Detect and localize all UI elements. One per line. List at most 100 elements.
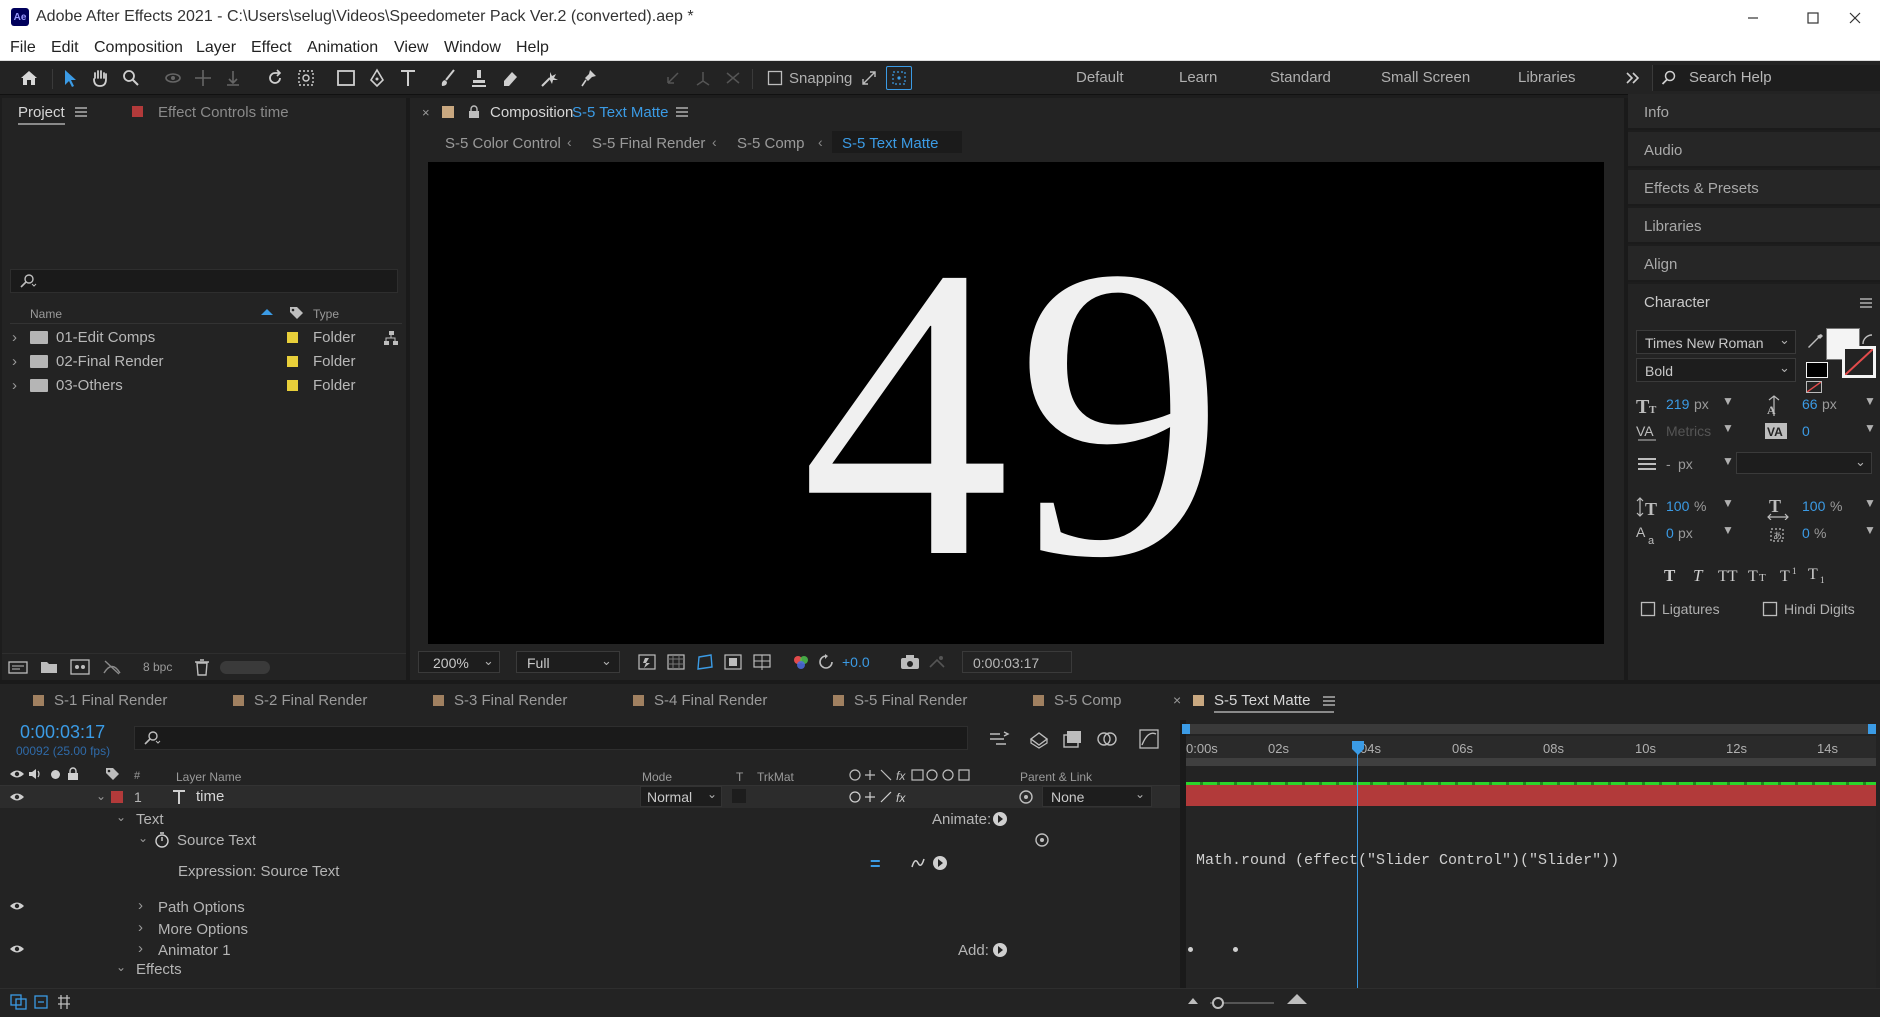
chevron-down-icon[interactable]: ▼ xyxy=(1864,496,1876,510)
hindi-digits-checkbox[interactable] xyxy=(1762,601,1778,617)
expand-chevron-icon[interactable]: › xyxy=(12,353,17,370)
tab-effect-controls[interactable]: Effect Controls time xyxy=(158,104,289,121)
interpret-footage-icon[interactable] xyxy=(8,659,28,675)
project-search-input[interactable] xyxy=(10,269,398,293)
tab-project[interactable]: Project xyxy=(18,104,65,125)
superscript-button[interactable]: T1 xyxy=(1780,566,1802,584)
timeline-tab-active[interactable]: S-5 Text Matte xyxy=(1193,692,1310,709)
font-style-dropdown[interactable]: Bold ⌄ xyxy=(1636,358,1796,382)
property-row[interactable]: ⌄ Text Animate: xyxy=(0,808,1180,830)
project-item[interactable]: › 02-Final Render Folder xyxy=(10,350,400,374)
chevron-down-icon[interactable]: ▼ xyxy=(1722,496,1734,510)
zoom-dropdown[interactable]: 200% ⌄ xyxy=(418,651,500,673)
snap-edges-icon[interactable] xyxy=(856,66,882,90)
column-parent-link[interactable]: Parent & Link xyxy=(1020,770,1092,784)
search-help-field[interactable]: Search Help xyxy=(1652,65,1880,91)
blend-mode-dropdown[interactable]: Normal ⌄ xyxy=(640,786,722,807)
guides-grid-icon[interactable] xyxy=(752,653,772,671)
close-button[interactable] xyxy=(1832,4,1878,31)
timeline-tab[interactable]: S-2 Final Render xyxy=(233,692,367,709)
column-t[interactable]: T xyxy=(736,770,743,784)
workspace-small-screen[interactable]: Small Screen xyxy=(1381,69,1470,86)
column-mode[interactable]: Mode xyxy=(642,770,672,784)
mask-visibility-icon[interactable] xyxy=(696,653,714,671)
collapse-chevron-icon[interactable]: ⌄ xyxy=(116,810,126,824)
ligatures-checkbox[interactable] xyxy=(1640,601,1656,617)
timeline-tab[interactable]: S-3 Final Render xyxy=(433,692,567,709)
expand-chevron-icon[interactable]: › xyxy=(138,897,143,914)
composition-flowchart-icon[interactable] xyxy=(988,730,1010,748)
sort-ascending-icon[interactable] xyxy=(260,307,274,317)
stroke-width-value[interactable]: - xyxy=(1666,456,1671,472)
breadcrumb-item[interactable]: S-5 Color Control xyxy=(445,135,561,152)
expand-chevron-icon[interactable]: › xyxy=(12,377,17,394)
new-folder-icon[interactable] xyxy=(40,659,58,675)
thumbnail-size-slider[interactable] xyxy=(220,661,270,674)
layer-visibility-icon[interactable] xyxy=(9,791,25,803)
parent-dropdown[interactable]: None ⌄ xyxy=(1042,786,1152,807)
menu-file[interactable]: File xyxy=(10,39,36,57)
zoom-out-icon[interactable] xyxy=(1186,994,1200,1006)
snapping-checkbox[interactable] xyxy=(762,66,788,90)
collapse-chevron-icon[interactable]: ⌄ xyxy=(116,960,126,974)
roto-brush-tool-icon[interactable] xyxy=(537,66,563,90)
type-tool-icon[interactable] xyxy=(395,66,421,90)
workspace-standard[interactable]: Standard xyxy=(1270,69,1331,86)
baseline-shift-value[interactable]: 0 xyxy=(1666,525,1674,541)
column-name[interactable]: Name xyxy=(30,307,62,321)
horizontal-scale-value[interactable]: 100 xyxy=(1802,498,1825,514)
animate-menu-icon[interactable] xyxy=(992,811,1008,827)
clone-stamp-tool-icon[interactable] xyxy=(466,66,492,90)
chevron-down-icon[interactable]: ▼ xyxy=(1722,523,1734,537)
panel-menu-icon[interactable] xyxy=(1323,696,1335,706)
minimize-button[interactable] xyxy=(1730,4,1776,31)
no-fill-swatch[interactable] xyxy=(1806,362,1828,378)
project-item[interactable]: › 01-Edit Comps Folder xyxy=(10,326,400,350)
kerning-value[interactable]: Metrics xyxy=(1666,423,1711,439)
info-panel-tab[interactable]: Info xyxy=(1628,94,1880,130)
close-tab-icon[interactable]: × xyxy=(422,105,430,120)
resolution-dropdown[interactable]: Full ⌄ xyxy=(516,651,620,673)
selection-tool-icon[interactable] xyxy=(57,66,83,90)
expression-enable-toggle[interactable]: = xyxy=(870,854,881,875)
add-menu-icon[interactable] xyxy=(992,942,1008,958)
workspace-learn[interactable]: Learn xyxy=(1179,69,1217,86)
label-tag-icon[interactable] xyxy=(104,766,120,782)
expand-chevron-icon[interactable]: › xyxy=(138,940,143,957)
menu-effect[interactable]: Effect xyxy=(251,39,292,57)
align-panel-tab[interactable]: Align xyxy=(1628,246,1880,282)
leading-value[interactable]: 66 xyxy=(1802,396,1818,412)
timeline-tab[interactable]: S-4 Final Render xyxy=(633,692,767,709)
visibility-icon[interactable] xyxy=(9,900,25,912)
orbit-camera-icon[interactable] xyxy=(160,66,186,90)
exposure-value[interactable]: +0.0 xyxy=(842,654,870,670)
font-family-dropdown[interactable]: Times New Roman ⌄ xyxy=(1636,330,1796,354)
tsume-value[interactable]: 0 xyxy=(1802,525,1810,541)
preserve-transparency-toggle[interactable] xyxy=(732,789,746,803)
breadcrumb-item[interactable]: S-5 Comp xyxy=(737,135,805,152)
stopwatch-icon[interactable] xyxy=(154,832,170,848)
swap-colors-icon[interactable] xyxy=(1860,332,1874,346)
show-snapshot-icon[interactable] xyxy=(928,654,946,670)
tracking-value[interactable]: 0 xyxy=(1802,423,1810,439)
view-axis-mode-icon[interactable] xyxy=(720,66,746,90)
playhead-handle[interactable] xyxy=(1351,740,1365,755)
small-caps-button[interactable]: TT xyxy=(1748,566,1772,584)
panel-menu-icon[interactable] xyxy=(1860,298,1872,308)
render-time-pane-icon[interactable] xyxy=(56,994,72,1010)
chevron-down-icon[interactable]: ▼ xyxy=(1864,394,1876,408)
world-axis-mode-icon[interactable] xyxy=(690,66,716,90)
layer-label-color[interactable] xyxy=(111,791,123,803)
expand-chevron-icon[interactable]: › xyxy=(12,329,17,346)
collapse-chevron-icon[interactable]: ⌄ xyxy=(138,831,148,845)
audio-panel-tab[interactable]: Audio xyxy=(1628,132,1880,168)
audio-icon[interactable] xyxy=(27,767,43,781)
rectangle-tool-icon[interactable] xyxy=(333,66,359,90)
column-type[interactable]: Type xyxy=(313,307,339,321)
no-stroke-swatch[interactable] xyxy=(1806,381,1822,393)
property-row[interactable]: › Animator 1 Add: xyxy=(0,939,1180,961)
flowchart-icon[interactable] xyxy=(383,330,399,346)
snapshot-camera-icon[interactable] xyxy=(900,654,920,670)
solo-icon[interactable] xyxy=(51,770,60,779)
column-layer-name[interactable]: Layer Name xyxy=(176,770,241,784)
